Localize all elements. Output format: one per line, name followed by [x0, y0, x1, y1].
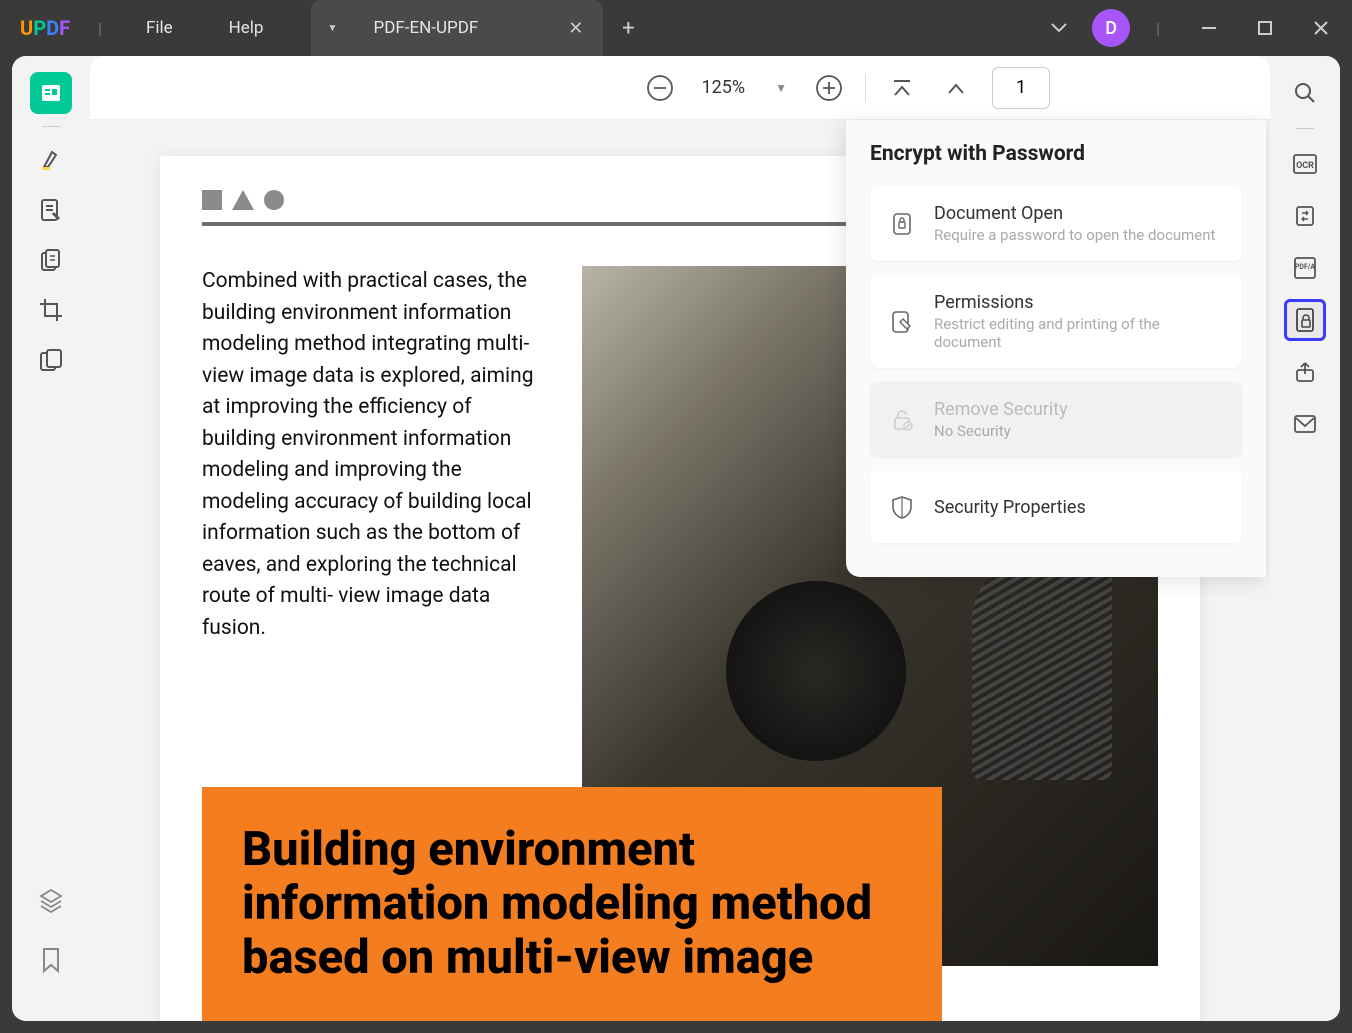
user-avatar[interactable]: D	[1092, 9, 1130, 47]
page-number-input[interactable]	[992, 67, 1050, 109]
square-icon	[202, 190, 222, 210]
svg-text:OCR: OCR	[1296, 161, 1314, 171]
pdfa-button[interactable]: PDF/A	[1284, 247, 1326, 289]
title-bar: UPDF | File Help ▼ PDF-EN-UPDF ✕ + D |	[0, 0, 1352, 56]
separator	[1296, 128, 1314, 129]
ocr-button[interactable]: OCR	[1284, 143, 1326, 185]
zoom-dropdown[interactable]: ▼	[769, 81, 793, 95]
highlight-tool[interactable]	[30, 139, 72, 181]
bookmark-button[interactable]	[30, 939, 72, 981]
app-logo: UPDF	[8, 16, 82, 40]
option-subtitle: Require a password to open the document	[934, 226, 1215, 244]
prev-page-button[interactable]	[938, 70, 974, 106]
panel-title: Encrypt with Password	[870, 142, 1242, 166]
convert-button[interactable]	[1284, 195, 1326, 237]
separator: |	[1156, 19, 1160, 38]
triangle-icon	[232, 190, 254, 210]
share-button[interactable]	[1284, 351, 1326, 393]
svg-text:PDF/A: PDF/A	[1295, 263, 1316, 271]
right-toolbar: OCR PDF/A	[1270, 56, 1340, 1021]
menu-file[interactable]: File	[118, 18, 201, 38]
crop-tool[interactable]	[30, 289, 72, 331]
title-box: Building environment information modelin…	[202, 787, 942, 1021]
separator	[865, 74, 866, 102]
minimize-button[interactable]	[1186, 8, 1232, 48]
option-title: Security Properties	[934, 497, 1086, 518]
main-area: 125% ▼ Combined with pr	[90, 56, 1270, 1021]
maximize-button[interactable]	[1242, 8, 1288, 48]
circle-icon	[264, 190, 284, 210]
top-toolbar: 125% ▼	[90, 56, 1270, 120]
search-button[interactable]	[1284, 72, 1326, 114]
lock-icon	[888, 210, 916, 238]
permissions-option[interactable]: Permissions Restrict editing and printin…	[870, 275, 1242, 368]
first-page-button[interactable]	[884, 70, 920, 106]
zoom-level: 125%	[696, 77, 752, 98]
history-dropdown[interactable]	[1036, 5, 1082, 51]
document-open-option[interactable]: Document Open Require a password to open…	[870, 186, 1242, 261]
close-icon[interactable]: ✕	[568, 18, 583, 39]
zoom-in-button[interactable]	[811, 70, 847, 106]
compare-tool[interactable]	[30, 339, 72, 381]
tab-area: ▼ PDF-EN-UPDF ✕ +	[311, 0, 653, 56]
tab-dropdown[interactable]: ▼	[311, 0, 353, 56]
tab-add-button[interactable]: +	[603, 0, 653, 56]
edit-doc-icon	[888, 308, 916, 336]
option-subtitle: Restrict editing and printing of the doc…	[934, 315, 1224, 351]
email-button[interactable]	[1284, 403, 1326, 445]
separator: |	[98, 19, 102, 38]
remove-security-option: Remove Security No Security	[870, 382, 1242, 457]
tab-title: PDF-EN-UPDF	[373, 18, 478, 38]
security-properties-option[interactable]: Security Properties	[870, 471, 1242, 543]
tab-active[interactable]: PDF-EN-UPDF ✕	[353, 0, 603, 56]
layers-button[interactable]	[30, 879, 72, 921]
menu-help[interactable]: Help	[201, 18, 292, 38]
edit-pdf-tool[interactable]	[30, 189, 72, 231]
option-title: Permissions	[934, 292, 1224, 313]
reader-tool[interactable]	[30, 72, 72, 114]
unlock-icon	[888, 406, 916, 434]
organize-pages-tool[interactable]	[30, 239, 72, 281]
encrypt-button[interactable]	[1284, 299, 1326, 341]
option-subtitle: No Security	[934, 422, 1068, 440]
left-toolbar	[12, 56, 90, 1021]
option-title: Document Open	[934, 203, 1215, 224]
zoom-out-button[interactable]	[642, 70, 678, 106]
shield-icon	[888, 493, 916, 521]
workspace: 125% ▼ Combined with pr	[12, 56, 1340, 1021]
encrypt-panel: Encrypt with Password Document Open Requ…	[846, 120, 1266, 577]
option-title: Remove Security	[934, 399, 1068, 420]
separator	[42, 126, 60, 127]
document-title: Building environment information modelin…	[242, 823, 902, 985]
window-close-button[interactable]	[1298, 8, 1344, 48]
